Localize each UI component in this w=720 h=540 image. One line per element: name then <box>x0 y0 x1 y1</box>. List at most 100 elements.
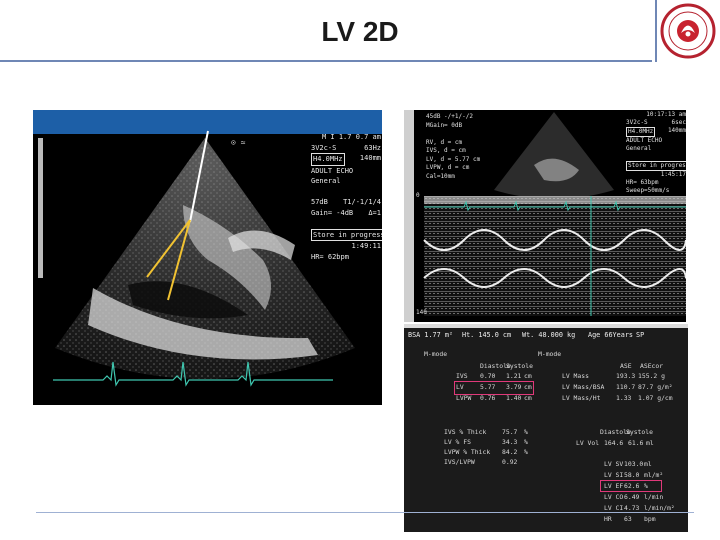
measurement-line: Cal=10mm <box>426 172 455 180</box>
depth-axis-bottom: 140 <box>416 309 427 316</box>
measurement-line <box>426 130 480 139</box>
info-line: Store in progress <box>311 228 382 241</box>
flow-value: 4.73 <box>624 504 640 512</box>
society-logo <box>655 0 720 62</box>
col-head-ase: ASE <box>620 362 632 370</box>
info-label: Gain= -4dB <box>311 208 354 217</box>
info-value: 1:45:17 <box>660 171 686 178</box>
slide-title: LV 2D <box>321 16 399 47</box>
flow-unit: l/min <box>644 493 664 501</box>
pct-label: LVPW % Thick <box>444 448 491 456</box>
info-value: Δ=1 <box>368 208 381 217</box>
title-divider <box>0 60 652 62</box>
mass-label: LV Mass/Ht <box>562 394 601 402</box>
row-systole: 1.40 <box>506 394 522 402</box>
pct-unit: % <box>524 438 528 446</box>
info-label: Store in progress <box>626 161 686 171</box>
info-line: 57dB T1/-1/1/4 <box>311 197 381 208</box>
info-line: General <box>626 145 686 153</box>
measurement-line: IVS, d = cm <box>426 147 466 154</box>
flow-label: LV CO <box>604 493 624 501</box>
info-line <box>311 218 381 229</box>
info-line: 1:45:17 <box>626 171 686 179</box>
mass-asecor: 87.7 g/m² <box>638 383 673 391</box>
pct-label: LV % FS <box>444 438 471 446</box>
row-unit: cm <box>524 394 532 402</box>
flow-unit: ml/m² <box>644 471 664 479</box>
info-line: 3V2c-S 6sec <box>626 119 686 127</box>
mass-asecor: 155.2 g <box>638 372 665 380</box>
flow-value: 6.49 <box>624 493 640 501</box>
info-line: Store in progress <box>626 161 686 171</box>
pct-label: IVS/LVPW <box>444 458 475 466</box>
info-label: Store in progress <box>311 228 382 241</box>
flow-label: LV SV <box>604 460 624 468</box>
info-label: Sweep=50mm/s <box>626 187 670 194</box>
info-line: HR= 63bpm <box>626 179 686 187</box>
measurement-line: RV, d = cm <box>426 138 463 146</box>
flow-unit: ml <box>644 460 652 468</box>
pct-label: IVS % Thick <box>444 428 487 436</box>
flow-unit: l/min/m² <box>644 504 675 512</box>
info-value: 10:17:13 am <box>646 111 686 118</box>
info-line: Gain= -4dB Δ=1 <box>311 208 381 219</box>
lv-2d-ultrasound-image: ⊙ ≃ M I 1.7 0.7 am 3V2c-S 63Hz H4.0MHz 140mm… <box>33 110 382 405</box>
mass-ase: 110.7 <box>616 383 636 391</box>
measurement-line: MGain= 0dB <box>426 121 463 129</box>
info-value: 1:49:11 <box>351 242 381 250</box>
report-header-item: SP <box>636 331 645 339</box>
mass-asecor: 1.07 g/cm <box>638 394 673 402</box>
m-mode-measurements: 45dB -/+1/-/2 MGain= 0dB RV, d = cm IVS, d… <box>426 113 480 181</box>
row-label: IVS <box>456 372 468 380</box>
info-label: ADULT ECHO <box>311 166 354 175</box>
m-mode-title-left: M-mode <box>424 350 448 358</box>
info-label: 3V2c-S <box>626 119 648 126</box>
info-value: T1/-1/1/4 <box>343 198 381 206</box>
measurement-report: BSA 1.77 m² Ht. 145.0 cm Wt. 48.000 kg Age … <box>404 324 688 532</box>
depth-axis-top: 0 <box>416 192 420 199</box>
vol-label: LV Vol <box>576 439 600 447</box>
mass-ase: 1.33 <box>616 394 632 402</box>
pct-unit: % <box>524 448 528 456</box>
info-value: 63Hz <box>364 143 381 152</box>
mass-label: LV Mass <box>562 372 589 380</box>
vol-diastole: 164.6 <box>604 439 624 447</box>
info-label: H4.0MHz <box>626 127 656 137</box>
report-header-item: BSA 1.77 m² <box>408 331 454 339</box>
info-label: General <box>311 177 341 185</box>
row-diastole: 0.70 <box>480 372 496 380</box>
info-label: HR= 63bpm <box>626 179 659 186</box>
flow-value: 63 <box>624 515 632 523</box>
mass-label: LV Mass/BSA <box>562 383 605 391</box>
info-label: General <box>626 145 652 152</box>
vol-unit: ml <box>646 439 654 447</box>
m-mode-parameters: 10:17:13 am 3V2c-S 6sec H4.0MHz 140mm ADULT E… <box>626 111 686 195</box>
row-unit: cm <box>524 372 532 380</box>
flow-value: 58.0 <box>624 471 640 479</box>
probe-orientation-icon: ⊙ ≃ <box>231 138 246 147</box>
info-line <box>626 153 686 161</box>
pct-unit: % <box>524 428 528 436</box>
measurement-line: LV, d = 5.77 cm <box>426 155 481 163</box>
info-label: ADULT ECHO <box>626 137 663 144</box>
row-systole: 1.21 <box>506 372 522 380</box>
info-line: H4.0MHz 140mm <box>311 153 381 166</box>
footer-divider <box>36 512 694 513</box>
info-line: ADULT ECHO <box>626 137 686 145</box>
info-value: 6sec <box>671 119 686 126</box>
flow-label: LV SI <box>604 471 624 479</box>
info-label: H4.0MHz <box>311 153 345 166</box>
flow-label: LV CI <box>604 504 624 512</box>
info-line: M I 1.7 0.7 am <box>311 132 381 143</box>
col-head-asecor: ASEcor <box>640 362 664 370</box>
info-line <box>311 187 381 198</box>
info-label: HR= 62bpm <box>311 252 349 261</box>
info-label: 57dB <box>311 198 328 206</box>
society-seal-icon <box>660 3 716 59</box>
info-line: 10:17:13 am <box>626 111 686 119</box>
info-line: General <box>311 176 381 187</box>
measurement-line: 45dB -/+1/-/2 <box>426 113 473 120</box>
info-value: M I 1.7 0.7 am <box>321 133 381 141</box>
report-header-item: Ht. 145.0 cm <box>462 331 512 339</box>
vol-col-head-systole: Systole <box>626 428 653 436</box>
